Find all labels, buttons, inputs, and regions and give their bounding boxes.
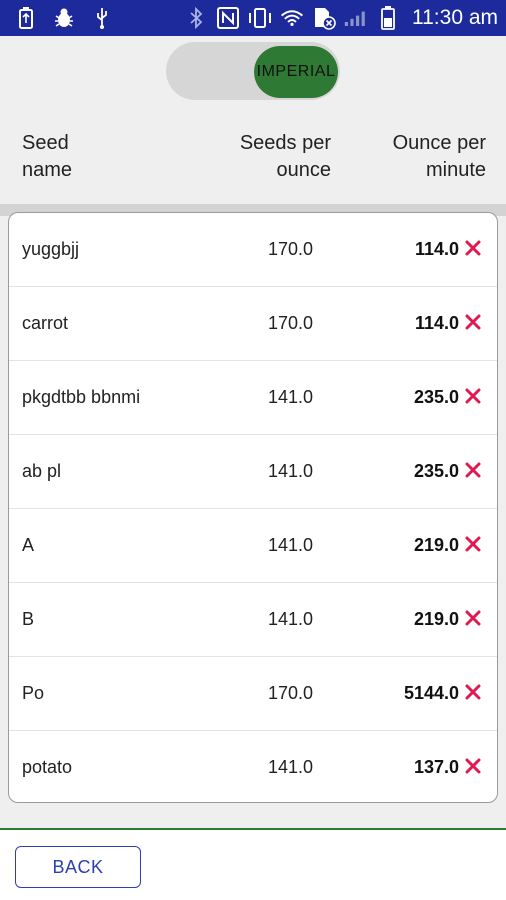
list-item[interactable]: B 141.0 219.0 bbox=[9, 583, 497, 657]
seeds-per-ounce: 141.0 bbox=[267, 387, 313, 407]
cell-signal-icon bbox=[344, 6, 368, 30]
delete-icon[interactable] bbox=[465, 314, 481, 330]
seeds-per-ounce: 170.0 bbox=[267, 683, 313, 703]
header-ounce-per-minute: Ounce per minute bbox=[393, 130, 486, 184]
seeds-per-ounce: 141.0 bbox=[267, 757, 313, 777]
status-bar-left bbox=[14, 6, 114, 30]
seed-name: potato bbox=[22, 757, 73, 777]
delete-icon[interactable] bbox=[465, 462, 481, 478]
back-button[interactable]: BACK bbox=[15, 846, 141, 888]
seed-name: B bbox=[22, 609, 35, 629]
ounce-per-minute: 114.0 bbox=[414, 239, 459, 259]
header-seeds-per-ounce: Seeds per ounce bbox=[240, 130, 331, 184]
header-seeds-line2: ounce bbox=[276, 159, 332, 181]
list-item[interactable]: carrot 170.0 114.0 bbox=[9, 287, 497, 361]
toggle-knob[interactable]: IMPERIAL bbox=[254, 46, 338, 98]
ounce-per-minute: 114.0 bbox=[414, 313, 459, 333]
sim-no-signal-icon bbox=[312, 6, 336, 30]
seed-name: yuggbjj bbox=[22, 239, 80, 259]
header-seeds-line1: Seeds per bbox=[239, 132, 331, 154]
bug-icon bbox=[52, 6, 76, 30]
usb-icon bbox=[90, 6, 114, 30]
header-oz-line2: minute bbox=[425, 159, 486, 181]
list-item[interactable]: Po 170.0 5144.0 bbox=[9, 657, 497, 731]
imperial-toggle[interactable]: IMPERIAL bbox=[166, 42, 340, 100]
status-bar-right: 11:30 am bbox=[184, 4, 498, 32]
seed-name: A bbox=[22, 535, 35, 555]
seed-name: Po bbox=[22, 683, 45, 703]
ounce-per-minute: 235.0 bbox=[413, 461, 459, 481]
wifi-icon bbox=[280, 6, 304, 30]
delete-icon[interactable] bbox=[465, 610, 481, 626]
seeds-per-ounce: 170.0 bbox=[267, 313, 313, 333]
vibrate-icon bbox=[248, 6, 272, 30]
status-bar: 11:30 am bbox=[0, 0, 506, 36]
list-item[interactable]: yuggbjj 170.0 114.0 bbox=[9, 213, 497, 287]
header-seed-name-line1: Seed bbox=[22, 132, 69, 154]
delete-icon[interactable] bbox=[465, 240, 481, 256]
list-item[interactable]: potato 141.0 137.0 bbox=[9, 731, 497, 802]
ounce-per-minute: 219.0 bbox=[413, 535, 459, 555]
seeds-per-ounce: 170.0 bbox=[267, 239, 313, 259]
seed-name: ab pl bbox=[22, 461, 62, 481]
bottom-bar: BACK bbox=[0, 828, 506, 900]
delete-icon[interactable] bbox=[465, 758, 481, 774]
column-headers: Seed name Seeds per ounce Ounce per minu… bbox=[0, 112, 506, 204]
header-seed-name-line2: name bbox=[22, 159, 73, 181]
seed-name: pkgdtbb bbnmi bbox=[22, 387, 141, 407]
status-time: 11:30 am bbox=[412, 6, 498, 29]
delete-icon[interactable] bbox=[465, 536, 481, 552]
seed-list: yuggbjj 170.0 114.0 carrot 170.0 114.0 p… bbox=[8, 212, 498, 803]
top-bar: IMPERIAL bbox=[0, 36, 506, 112]
list-item[interactable]: A 141.0 219.0 bbox=[9, 509, 497, 583]
ounce-per-minute: 5144.0 bbox=[403, 683, 459, 703]
ounce-per-minute: 219.0 bbox=[413, 609, 459, 629]
header-seed-name: Seed name bbox=[22, 130, 72, 184]
ounce-per-minute: 235.0 bbox=[413, 387, 459, 407]
ounce-per-minute: 137.0 bbox=[413, 757, 459, 777]
delete-icon[interactable] bbox=[465, 388, 481, 404]
header-oz-line1: Ounce per bbox=[392, 132, 486, 154]
list-item[interactable]: ab pl 141.0 235.0 bbox=[9, 435, 497, 509]
bluetooth-icon bbox=[184, 6, 208, 30]
usb-storage-icon bbox=[14, 6, 38, 30]
seeds-per-ounce: 141.0 bbox=[267, 461, 313, 481]
list-item[interactable]: pkgdtbb bbnmi 141.0 235.0 bbox=[9, 361, 497, 435]
battery-icon bbox=[376, 6, 400, 30]
toggle-label: IMPERIAL bbox=[256, 63, 336, 80]
seed-name: carrot bbox=[22, 313, 69, 333]
delete-icon[interactable] bbox=[465, 684, 481, 700]
seeds-per-ounce: 141.0 bbox=[267, 609, 313, 629]
nfc-icon bbox=[216, 6, 240, 30]
seeds-per-ounce: 141.0 bbox=[267, 535, 313, 555]
